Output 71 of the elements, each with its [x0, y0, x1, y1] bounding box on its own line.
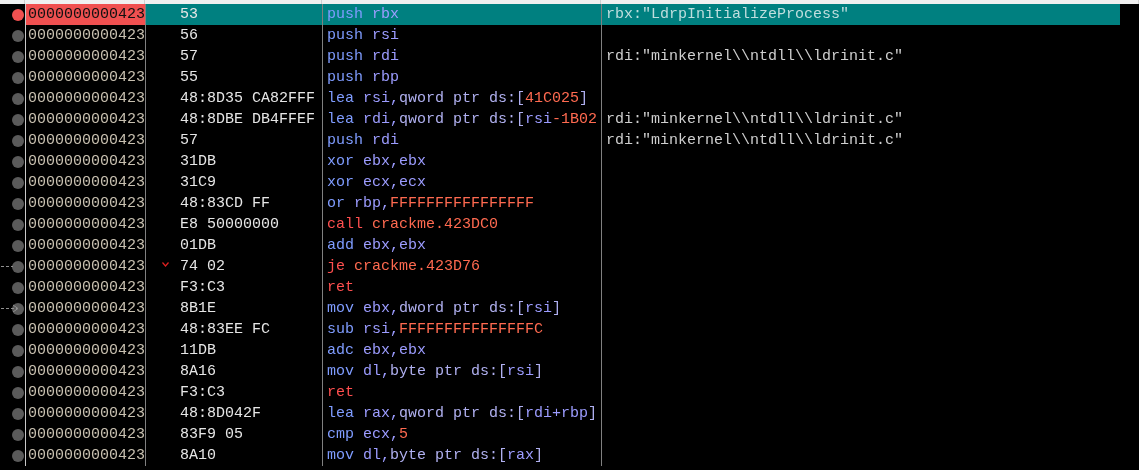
bytes-cell: F3:C3 [180, 279, 225, 296]
bytes-cell: 48:8D042F [180, 405, 261, 422]
comment-text: rdi:"minkernel\\ntdll\\ldrinit.c" [606, 48, 904, 65]
instruction-text: push rbp [327, 69, 400, 86]
bytes-cell: 8A10 [180, 447, 216, 464]
breakpoint-slot-icon[interactable] [12, 449, 24, 462]
breakpoint-slot-icon[interactable] [12, 407, 24, 420]
bytes-cell: F3:C3 [180, 384, 225, 401]
address-cell: 0000000000423 [25, 4, 145, 25]
bytes-cell: 57 [180, 48, 198, 65]
bytes-cell: 56 [180, 27, 198, 44]
breakpoint-slot-icon[interactable] [12, 155, 24, 168]
bytes-cell: 48:83EE FC [180, 321, 270, 338]
instruction-text: mov dl,byte ptr ds:[rax] [327, 447, 544, 464]
breakpoint-slot-icon[interactable] [12, 239, 24, 252]
bytes-cell: 55 [180, 69, 198, 86]
breakpoint-slot-icon[interactable] [12, 113, 24, 126]
comment-text: rdi:"minkernel\\ntdll\\ldrinit.c" [606, 132, 904, 149]
bytes-cell: 57 [180, 132, 198, 149]
comment-text: rbx:"LdrpInitializeProcess" [606, 6, 850, 23]
bytes-cell: 74 02 [180, 258, 225, 275]
bytes-cell: 31DB [180, 153, 216, 170]
bytes-cell: E8 50000000 [180, 216, 280, 233]
instruction-text: xor ebx,ebx [327, 153, 427, 170]
breakpoint-slot-icon[interactable] [12, 29, 24, 42]
bytes-cell: 53 [180, 6, 198, 23]
comment-text: rdi:"minkernel\\ntdll\\ldrinit.c" [606, 111, 904, 128]
instruction-text: lea rdi,qword ptr ds:[rsi-1B02 [327, 111, 598, 128]
instruction-text: mov ebx,dword ptr ds:[rsi] [327, 300, 562, 317]
bytes-cell: 31C9 [180, 174, 216, 191]
breakpoint-slot-icon[interactable] [12, 134, 24, 147]
breakpoint-slot-icon[interactable] [12, 92, 24, 105]
breakpoint-slot-icon[interactable] [12, 428, 24, 441]
instruction-text: adc ebx,ebx [327, 342, 427, 359]
instruction-text: ret [327, 279, 354, 296]
instruction-text: or rbp,FFFFFFFFFFFFFFFF [327, 195, 535, 212]
instruction-text: je crackme.423D76 [327, 258, 481, 275]
breakpoint-slot-icon[interactable] [12, 50, 24, 63]
breakpoint-slot-icon[interactable] [12, 323, 24, 336]
instruction-text: sub rsi,FFFFFFFFFFFFFFFC [327, 321, 544, 338]
instruction-text: add ebx,ebx [327, 237, 427, 254]
instruction-text: push rdi [327, 132, 400, 149]
instruction-text: xor ecx,ecx [327, 174, 427, 191]
instruction-text: cmp ecx,5 [327, 426, 409, 443]
instruction-text: ret [327, 384, 354, 401]
breakpoint-slot-icon[interactable] [12, 281, 24, 294]
bytes-cell: 48:8D35 CA82FFF [180, 90, 316, 107]
breakpoint-slot-icon[interactable] [12, 197, 24, 210]
instruction-text: call crackme.423DC0 [327, 216, 499, 233]
address-cell: 0000000000423 [25, 445, 145, 466]
bytes-cell: 11DB [180, 342, 216, 359]
bytes-cell: 8B1E [180, 300, 216, 317]
bytes-cell: 8A16 [180, 363, 216, 380]
breakpoint-dot-icon[interactable] [12, 8, 24, 21]
breakpoint-slot-icon[interactable] [12, 386, 24, 399]
bytes-cell: 01DB [180, 237, 216, 254]
breakpoint-slot-icon[interactable] [12, 344, 24, 357]
breakpoint-slot-icon[interactable] [12, 365, 24, 378]
instruction-text: push rsi [327, 27, 400, 44]
breakpoint-slot-icon[interactable] [12, 176, 24, 189]
breakpoint-slot-icon[interactable] [12, 218, 24, 231]
breakpoint-slot-icon[interactable] [12, 260, 24, 273]
instruction-text: lea rax,qword ptr ds:[rdi+rbp] [327, 405, 598, 422]
instruction-text: push rdi [327, 48, 400, 65]
instruction-text: lea rsi,qword ptr ds:[41C025] [327, 90, 589, 107]
instruction-text: push rbx [327, 6, 400, 23]
bytes-cell: 48:8DBE DB4FFEF [180, 111, 316, 128]
instruction-text: mov dl,byte ptr ds:[rsi] [327, 363, 544, 380]
breakpoint-slot-icon[interactable] [12, 71, 24, 84]
bytes-cell: 48:83CD FF [180, 195, 270, 212]
bytes-cell: 83F9 05 [180, 426, 243, 443]
